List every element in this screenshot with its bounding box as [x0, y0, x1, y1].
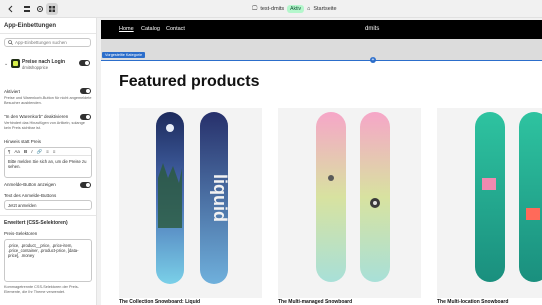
login-button-text-label: Text des Anmelde-Buttons — [4, 193, 57, 198]
featured-heading: Featured products — [119, 73, 260, 90]
nav-home-link[interactable]: Home — [119, 26, 134, 32]
store-name: test-dmits — [260, 6, 285, 12]
page-selector[interactable]: ⌂ Startseite — [307, 3, 337, 15]
product-title[interactable]: The Multi-managed Snowboard — [278, 299, 352, 305]
aktiviert-toggle[interactable] — [80, 88, 91, 94]
divider — [0, 33, 96, 34]
price-selectors-label: Preis-Selektoren — [4, 231, 38, 236]
price-hint-editor[interactable]: ¶ Aa B I 🔗 ≡ ≡ Bitte melden Sie sich an,… — [4, 147, 92, 178]
price-selectors-textarea[interactable]: .price, .product__price, .price-item, .p… — [4, 239, 92, 282]
app-developer: dmitshopprice — [22, 65, 49, 70]
home-icon: ⌂ — [307, 6, 311, 12]
product-image[interactable] — [278, 108, 421, 298]
hide-cart-toggle[interactable] — [80, 114, 91, 120]
product-title[interactable]: The Multi-location Snowboard — [437, 299, 508, 305]
italic-button[interactable]: I — [31, 149, 32, 154]
section-label[interactable]: Vorgestellte Kategorie — [102, 52, 146, 58]
store-selector[interactable]: 🖵 test-dmits Aktiv — [252, 3, 304, 15]
page-name: Startseite — [313, 6, 337, 12]
product-card[interactable]: liquid The Collection Snowboard: Liquid — [119, 108, 262, 305]
app-embed-item[interactable]: ⌄ Preise nach Login dmitshopprice — [4, 58, 92, 72]
hide-cart-help: Verhindert das Hinzufügen von Artikeln, … — [4, 121, 85, 130]
hide-cart-label: "In den Warenkorb" deaktivieren — [4, 114, 69, 119]
bullet-list-icon[interactable]: ≡ — [46, 149, 49, 154]
login-button-toggle[interactable] — [80, 182, 91, 188]
paragraph-icon[interactable]: ¶ — [8, 149, 10, 154]
theme-settings-gear-icon[interactable] — [34, 3, 46, 15]
nav-contact-link[interactable]: Contact — [166, 26, 185, 32]
product-title[interactable]: The Collection Snowboard: Liquid — [119, 299, 200, 305]
editor-topbar: 🖵 test-dmits Aktiv ⌂ Startseite — [0, 0, 542, 18]
login-button-text-field[interactable]: Jetzt anmelden — [4, 200, 92, 210]
divider — [0, 215, 96, 216]
numbered-list-icon[interactable]: ≡ — [53, 149, 56, 154]
store-logo[interactable]: dmits — [365, 26, 379, 32]
app-embed-toggle[interactable] — [79, 60, 90, 66]
store-status-badge: Aktiv — [287, 5, 304, 13]
nav-catalog-link[interactable]: Catalog — [141, 26, 160, 32]
search-icon — [8, 40, 13, 45]
search-field[interactable] — [4, 38, 91, 47]
app-embeds-icon[interactable] — [46, 3, 58, 15]
section-overlay — [101, 39, 542, 61]
product-card[interactable]: The Multi-managed Snowboard — [278, 108, 421, 305]
store-header: Home Catalog Contact dmits — [101, 20, 542, 39]
product-card[interactable]: The Multi-location Snowboard — [437, 108, 542, 305]
section-outline — [101, 60, 542, 61]
snowboard-liquid-image: liquid — [156, 112, 230, 284]
price-selectors-help: Kommagetrennte CSS-Selektoren der Preis-… — [4, 285, 79, 294]
search-input[interactable] — [15, 40, 90, 45]
aktiviert-help: Preise und Warenkorb-Button für nicht an… — [4, 96, 92, 105]
login-button-label: Anmelde-Button anzeigen — [4, 182, 56, 187]
svg-text:liquid: liquid — [210, 174, 230, 222]
advanced-section-title: Erweitert (CSS-Selektoren) — [4, 220, 68, 226]
bold-button[interactable]: B — [24, 149, 27, 154]
app-embeds-panel: App-Einbettungen ⌄ Preise nach Login dmi… — [0, 18, 97, 305]
app-logo-icon — [11, 59, 20, 68]
snowboard-multi-managed-image — [316, 112, 390, 282]
aktiviert-label: Aktiviert — [4, 89, 21, 94]
panel-title: App-Einbettungen — [4, 23, 56, 29]
chevron-down-icon[interactable]: ⌄ — [4, 61, 8, 67]
price-hint-label: Hinweis statt Preis — [4, 139, 42, 144]
product-image[interactable] — [437, 108, 542, 298]
product-image[interactable]: liquid — [119, 108, 262, 298]
text-style-button[interactable]: Aa — [14, 149, 20, 154]
rte-toolbar: ¶ Aa B I 🔗 ≡ ≡ — [5, 148, 91, 156]
exit-icon[interactable] — [5, 3, 17, 15]
sections-icon[interactable] — [21, 3, 33, 15]
storefront-preview: Home Catalog Contact dmits Vorgestellte … — [101, 20, 542, 305]
price-hint-text[interactable]: Bitte melden Sie sich an, um die Preise … — [5, 156, 91, 172]
snowboard-multi-location-image — [475, 112, 542, 282]
link-icon[interactable]: 🔗 — [36, 149, 42, 155]
add-section-icon[interactable]: + — [370, 57, 376, 63]
store-icon: 🖵 — [252, 5, 258, 12]
